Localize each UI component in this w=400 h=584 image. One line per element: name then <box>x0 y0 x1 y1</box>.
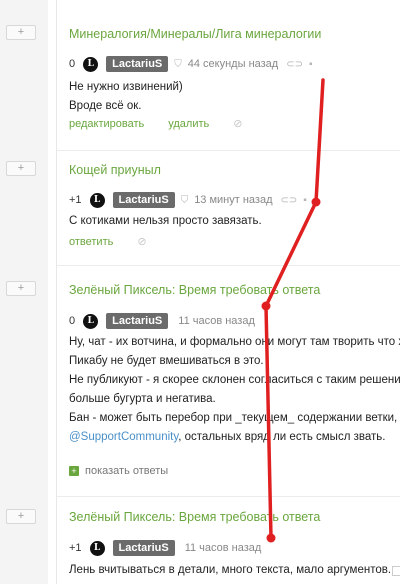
block-icon[interactable]: ⊘ <box>233 117 242 130</box>
comment-line: Не публикуют - я скорее склонен согласит… <box>69 374 400 386</box>
annotation-line <box>264 78 325 540</box>
post-title-link[interactable]: Кощей приуныл <box>69 163 161 177</box>
save-icon[interactable]: ▪ <box>303 195 307 206</box>
annotation-dot <box>261 301 271 311</box>
comment-line: Пикабу не будет вмешиваться в это. <box>69 355 264 367</box>
comment-text: Не нужно извинений) Вроде всё ок. <box>69 78 183 116</box>
username-badge[interactable]: LactariuS <box>112 192 175 208</box>
comment-line: Вроде всё ок. <box>69 100 142 112</box>
username-badge[interactable]: LactariuS <box>112 540 175 556</box>
username-badge[interactable]: LactariuS <box>106 56 169 72</box>
comment-text: Ну, чат - их вотчина, и формально они мо… <box>69 333 400 447</box>
timestamp[interactable]: 44 секунды назад <box>188 58 278 70</box>
edit-link[interactable]: редактировать <box>69 118 144 130</box>
comment-line: Ну, чат - их вотчина, и формально они мо… <box>69 336 400 348</box>
comment-meta: +1 L LactariuS 11 часов назад <box>69 539 269 557</box>
rating-score: +1 <box>69 542 82 554</box>
rating-score: 0 <box>69 58 76 70</box>
expand-button[interactable]: + <box>6 25 36 40</box>
comment-line: больше бугурта и негатива. <box>69 393 216 405</box>
timestamp[interactable]: 11 часов назад <box>185 542 262 554</box>
link-icon[interactable]: ⊂⊃ <box>286 59 303 70</box>
timestamp[interactable]: 11 часов назад <box>178 315 255 327</box>
expand-button[interactable]: + <box>6 161 36 176</box>
comment-text: Лень вчитываться в детали, много текста,… <box>69 561 391 580</box>
save-icon[interactable]: ▪ <box>309 59 313 70</box>
plus-icon: + <box>69 466 79 476</box>
expand-button[interactable]: + <box>6 281 36 296</box>
mention-tail: , остальных вряд ли есть смысл звать. <box>178 431 386 443</box>
comment-actions: ответить ⊘ <box>69 235 171 249</box>
shield-icon: ⛉ <box>174 58 182 70</box>
username-badge[interactable]: LactariuS <box>106 313 169 329</box>
scroll-edge-marker <box>392 566 400 576</box>
comment-meta: 0 L LactariuS ⛉ 44 секунды назад ⊂⊃ ▪ <box>69 55 319 73</box>
comment-text: С котиками нельзя просто завязать. <box>69 212 262 231</box>
comment-meta: 0 L LactariuS 11 часов назад <box>69 312 263 330</box>
comment-separator <box>57 265 400 266</box>
rating-score: +1 <box>69 194 82 206</box>
mention-link[interactable]: @SupportCommunity <box>69 431 178 443</box>
comment-line: Не нужно извинений) <box>69 81 183 93</box>
comment-meta: +1 L LactariuS ⛉ 13 минут назад ⊂⊃ ▪ <box>69 191 313 209</box>
comment-separator <box>57 150 400 151</box>
comment-separator <box>57 496 400 497</box>
comment-line: Лень вчитываться в детали, много текста,… <box>69 564 392 576</box>
delete-link[interactable]: удалить <box>168 118 209 130</box>
avatar[interactable]: L <box>89 192 105 208</box>
comment-line: @SupportCommunity, остальных вряд ли ест… <box>69 428 400 447</box>
show-replies-label: показать ответы <box>85 465 169 477</box>
comment-actions: редактировать удалить ⊘ <box>69 117 266 131</box>
link-icon[interactable]: ⊂⊃ <box>281 195 298 206</box>
rating-score: 0 <box>69 315 76 327</box>
post-title-link[interactable]: Зелёный Пиксель: Время требовать ответа <box>69 510 320 524</box>
annotation-dot <box>311 197 321 207</box>
shield-icon: ⛉ <box>180 194 189 206</box>
post-title-link[interactable]: Минералогия/Минералы/Лига минералогии <box>69 27 321 41</box>
comment-line: С котиками нельзя просто завязать. <box>69 215 262 227</box>
show-replies-button[interactable]: + показать ответы <box>69 465 168 477</box>
avatar[interactable]: L <box>83 313 99 329</box>
expand-button[interactable]: + <box>6 509 36 524</box>
block-icon[interactable]: ⊘ <box>137 235 146 248</box>
avatar[interactable]: L <box>89 540 105 556</box>
avatar[interactable]: L <box>83 56 99 72</box>
timestamp[interactable]: 13 минут назад <box>194 194 272 206</box>
reply-link[interactable]: ответить <box>69 236 113 248</box>
post-title-link[interactable]: Зелёный Пиксель: Время требовать ответа <box>69 283 320 297</box>
comment-line: Бан - может быть перебор при _текущем_ с… <box>69 412 400 424</box>
